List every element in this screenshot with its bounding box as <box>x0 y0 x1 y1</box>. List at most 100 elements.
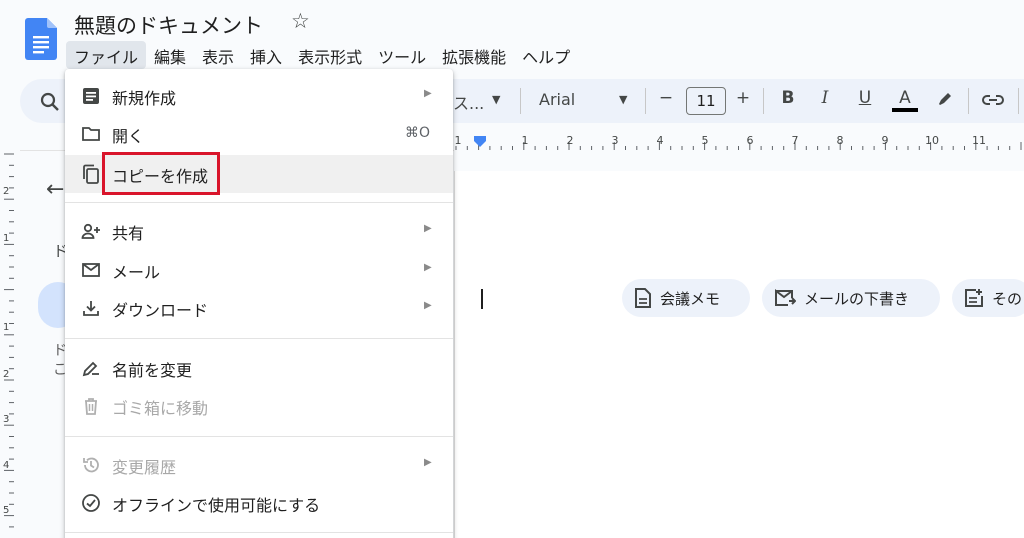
menu-item-label: メール <box>112 263 161 282</box>
ruler-label: 9 <box>882 134 889 147</box>
file-menu-dropdown: 新規作成 ▶ 開く ⌘O コピーを作成 共有 ▶ メール ▶ ダウンロード ▶ … <box>65 69 453 538</box>
toolbar-divider <box>968 88 969 114</box>
toolbar-divider <box>1018 88 1019 114</box>
copy-icon <box>83 164 99 184</box>
text-color-swatch <box>892 108 918 112</box>
highlight-annotation <box>102 152 220 195</box>
ruler-label: 2 <box>3 186 9 197</box>
menu-item-label: 変更履歴 <box>112 458 177 477</box>
document-page[interactable] <box>454 171 1024 538</box>
ruler-label: 5 <box>3 505 9 516</box>
ruler-label: 1 <box>3 233 9 244</box>
menu-item-share[interactable]: 共有 ▶ <box>65 213 453 249</box>
decrease-font-size-button[interactable]: − <box>654 88 678 108</box>
rename-icon <box>82 361 99 377</box>
submenu-arrow-icon: ▶ <box>424 223 432 234</box>
person-add-icon <box>81 223 100 239</box>
submenu-arrow-icon: ▶ <box>424 88 432 99</box>
trash-icon <box>85 398 97 415</box>
menu-item-label: 新規作成 <box>112 89 177 108</box>
menu-help[interactable]: ヘルプ <box>514 41 578 69</box>
ruler-label: 2 <box>567 134 574 147</box>
menubar: ファイル 編集 表示 挿入 表示形式 ツール 拡張機能 ヘルプ <box>66 41 578 69</box>
menu-item-version-history[interactable]: 変更履歴 ▶ <box>65 447 453 483</box>
ruler-label: 1 <box>3 322 9 333</box>
ruler-label: 7 <box>792 134 799 147</box>
ruler-label: 2 <box>3 369 9 380</box>
chip-more[interactable]: その <box>952 279 1024 317</box>
bold-button[interactable]: B <box>776 88 800 108</box>
chevron-down-icon[interactable]: ▼ <box>492 93 500 106</box>
ruler-label: 1 <box>455 134 462 147</box>
menu-file[interactable]: ファイル <box>66 41 147 69</box>
menu-divider <box>65 436 453 437</box>
submenu-arrow-icon: ▶ <box>424 300 432 311</box>
font-size-input[interactable]: 11 <box>686 87 726 115</box>
menu-item-label: ゴミ箱に移動 <box>112 399 209 418</box>
chip-email-draft[interactable]: メールの下書き <box>762 279 940 317</box>
text-color-button[interactable]: A <box>893 88 917 108</box>
menu-extensions[interactable]: 拡張機能 <box>434 41 514 69</box>
menu-item-label: オフラインで使用可能にする <box>112 496 321 515</box>
chevron-down-icon[interactable]: ▼ <box>619 93 627 106</box>
chip-label: その <box>992 289 1023 308</box>
vertical-ruler[interactable]: 2 1 1 2 3 4 5 <box>0 150 20 538</box>
menu-item-download[interactable]: ダウンロード ▶ <box>65 290 453 326</box>
search-menus-icon[interactable] <box>38 90 62 114</box>
menu-item-open[interactable]: 開く ⌘O <box>65 116 453 152</box>
italic-button[interactable]: I <box>813 88 837 108</box>
ruler-label: 4 <box>3 460 9 471</box>
menu-divider <box>65 202 453 203</box>
document-icon <box>635 288 651 308</box>
menu-view[interactable]: 表示 <box>194 41 242 69</box>
ruler-label: 11 <box>972 134 986 147</box>
download-icon <box>83 301 99 316</box>
menu-item-new[interactable]: 新規作成 ▶ <box>65 78 453 114</box>
offline-check-icon <box>82 494 100 512</box>
document-title[interactable]: 無題のドキュメント <box>74 10 263 40</box>
submenu-arrow-icon: ▶ <box>424 262 432 273</box>
history-icon <box>83 457 99 473</box>
text-cursor <box>481 289 483 309</box>
menu-item-rename[interactable]: 名前を変更 <box>65 350 453 386</box>
note-add-icon <box>965 289 983 307</box>
chip-label: メールの下書き <box>804 289 910 308</box>
underline-button[interactable]: U <box>853 88 877 108</box>
folder-icon <box>82 127 100 141</box>
menu-divider <box>65 532 453 533</box>
font-select[interactable]: Arial <box>539 90 575 109</box>
menu-item-label: 共有 <box>112 224 145 243</box>
menu-insert[interactable]: 挿入 <box>242 41 290 69</box>
star-icon[interactable]: ☆ <box>291 9 310 33</box>
document-icon <box>83 88 99 104</box>
menu-format[interactable]: 表示形式 <box>290 41 370 69</box>
link-icon[interactable] <box>982 91 1004 109</box>
submenu-arrow-icon: ▶ <box>424 457 432 468</box>
menu-item-email[interactable]: メール ▶ <box>65 252 453 288</box>
menu-item-label: 開く <box>112 127 145 146</box>
style-select[interactable]: ス... <box>453 90 484 114</box>
ruler-label: 3 <box>3 414 9 425</box>
ruler-label: 6 <box>747 134 754 147</box>
mail-icon <box>82 263 100 277</box>
toolbar-divider <box>763 88 764 114</box>
menu-item-make-available-offline[interactable]: オフラインで使用可能にする <box>65 485 453 521</box>
docs-logo-icon[interactable] <box>25 18 57 60</box>
horizontal-ruler[interactable]: 1 1 2 3 4 5 6 7 8 9 10 11 <box>454 128 1024 154</box>
toolbar-divider <box>645 88 646 114</box>
menu-edit[interactable]: 編集 <box>146 41 194 69</box>
increase-font-size-button[interactable]: + <box>731 88 755 108</box>
chip-meeting-notes[interactable]: 会議メモ <box>622 279 750 317</box>
arrow-left-icon[interactable]: ← <box>46 177 64 202</box>
menu-item-move-to-trash[interactable]: ゴミ箱に移動 <box>65 388 453 424</box>
toolbar-divider <box>520 88 521 114</box>
menu-tools[interactable]: ツール <box>370 41 434 69</box>
highlight-pen-icon[interactable] <box>935 89 955 109</box>
menu-item-label: 名前を変更 <box>112 361 193 380</box>
menu-divider <box>65 338 453 339</box>
ruler-label: 8 <box>837 134 844 147</box>
ruler-label: 1 <box>522 134 529 147</box>
ruler-label: 4 <box>657 134 664 147</box>
menu-item-label: ダウンロード <box>112 301 209 320</box>
indent-marker-icon[interactable] <box>474 136 486 147</box>
